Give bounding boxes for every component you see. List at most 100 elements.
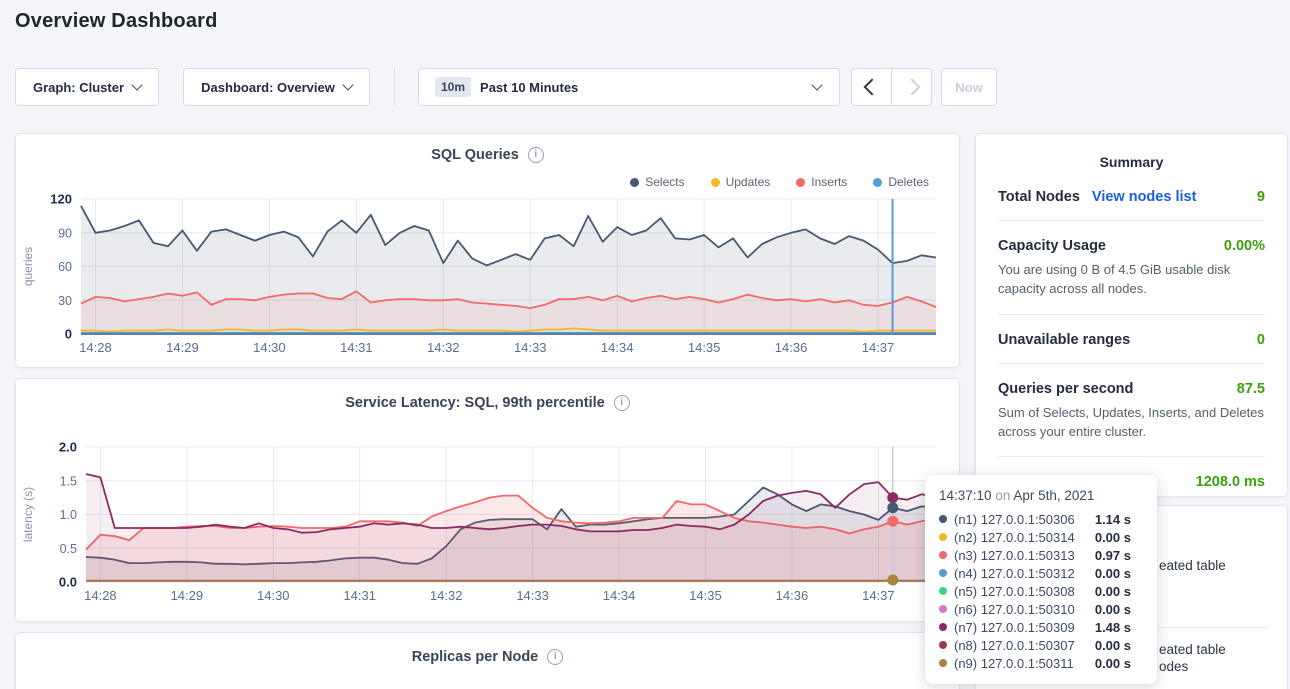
tooltip-node-label: (n7) 127.0.0.1:50309	[954, 620, 1075, 635]
graph-dropdown-label: Graph: Cluster	[33, 80, 124, 95]
service-latency-chart-card: Service Latency: SQL, 99th percentile 0.…	[15, 378, 960, 622]
svg-text:14:35: 14:35	[689, 588, 722, 603]
tooltip-node-value: 0.00 s	[1095, 530, 1143, 545]
tooltip-date: Apr 5th, 2021	[1013, 488, 1094, 503]
tooltip-row: (n5) 127.0.0.1:503080.00 s	[939, 582, 1143, 600]
summary-row: Capacity Usage0.00%You are using 0 B of …	[998, 221, 1265, 315]
summary-label: Total Nodes	[998, 189, 1080, 205]
svg-text:90: 90	[58, 226, 72, 240]
svg-text:14:28: 14:28	[79, 340, 112, 355]
svg-text:120: 120	[50, 192, 72, 207]
chevron-right-icon	[903, 79, 920, 96]
svg-text:1.5: 1.5	[60, 474, 77, 488]
now-button[interactable]: Now	[941, 68, 997, 106]
sql-queries-chart[interactable]: 030609012014:2814:2914:3014:3114:3214:33…	[16, 134, 961, 369]
summary-heading: Summary	[976, 154, 1287, 170]
svg-text:14:35: 14:35	[688, 340, 721, 355]
summary-description: You are using 0 B of 4.5 GiB usable disk…	[998, 261, 1265, 299]
tooltip-node-label: (n2) 127.0.0.1:50314	[954, 530, 1075, 545]
event-text-fragment: odes	[1159, 659, 1188, 674]
svg-text:14:37: 14:37	[862, 340, 895, 355]
svg-text:14:34: 14:34	[603, 588, 636, 603]
chart-hover-tooltip: 14:37:10 on Apr 5th, 2021 (n1) 127.0.0.1…	[925, 475, 1157, 684]
summary-value: 9	[1257, 189, 1265, 205]
chevron-down-icon	[342, 79, 353, 90]
svg-text:14:36: 14:36	[775, 340, 808, 355]
tooltip-time: 14:37:10	[939, 488, 992, 503]
tooltip-node-value: 0.00 s	[1095, 656, 1143, 671]
tooltip-node-value: 0.00 s	[1095, 584, 1143, 599]
toolbar-divider	[394, 68, 395, 106]
view-nodes-link[interactable]: View nodes list	[1092, 189, 1197, 205]
tooltip-rows: (n1) 127.0.0.1:503061.14 s(n2) 127.0.0.1…	[939, 510, 1143, 672]
svg-text:14:34: 14:34	[601, 340, 634, 355]
time-next-button[interactable]	[892, 69, 931, 105]
svg-text:queries: queries	[21, 247, 35, 286]
svg-text:14:33: 14:33	[514, 340, 547, 355]
time-range-dropdown[interactable]: 10m Past 10 Minutes	[418, 68, 840, 106]
svg-text:14:30: 14:30	[257, 588, 290, 603]
dashboard-dropdown[interactable]: Dashboard: Overview	[183, 68, 370, 106]
info-icon[interactable]	[547, 649, 563, 665]
tooltip-node-label: (n1) 127.0.0.1:50306	[954, 512, 1075, 527]
tooltip-node-label: (n8) 127.0.0.1:50307	[954, 638, 1075, 653]
tooltip-row: (n9) 127.0.0.1:503110.00 s	[939, 654, 1143, 672]
svg-text:0: 0	[65, 327, 72, 342]
series-dot-icon	[939, 515, 947, 523]
tooltip-node-label: (n3) 127.0.0.1:50313	[954, 548, 1075, 563]
svg-text:2.0: 2.0	[59, 440, 77, 455]
service-latency-chart[interactable]: 0.00.51.01.52.014:2814:2914:3014:3114:32…	[16, 379, 961, 623]
tooltip-node-value: 0.00 s	[1095, 638, 1143, 653]
svg-text:14:32: 14:32	[430, 588, 463, 603]
tooltip-node-label: (n4) 127.0.0.1:50312	[954, 566, 1075, 581]
chart-title-row: Replicas per Node	[16, 649, 959, 665]
tooltip-on: on	[995, 488, 1010, 503]
svg-text:14:29: 14:29	[171, 588, 204, 603]
series-dot-icon	[939, 533, 947, 541]
summary-row: Unavailable ranges 0	[998, 315, 1265, 364]
summary-panel: Summary Total Nodes View nodes list 9 Capac…	[975, 133, 1288, 497]
summary-value: 87.5	[1237, 381, 1265, 397]
svg-text:14:30: 14:30	[253, 340, 286, 355]
svg-text:30: 30	[58, 294, 72, 308]
tooltip-row: (n6) 127.0.0.1:503100.00 s	[939, 600, 1143, 618]
tooltip-node-value: 0.00 s	[1095, 566, 1143, 581]
event-text-fragment: eated table	[1159, 558, 1226, 573]
svg-text:14:31: 14:31	[340, 340, 373, 355]
event-text-fragment: eated table	[1159, 642, 1226, 657]
summary-label: Queries per second	[998, 381, 1133, 397]
tooltip-node-label: (n6) 127.0.0.1:50310	[954, 602, 1075, 617]
time-range-label: Past 10 Minutes	[480, 80, 578, 95]
time-prev-button[interactable]	[852, 69, 892, 105]
tooltip-row: (n2) 127.0.0.1:50314 0.00 s	[939, 528, 1143, 546]
summary-rows: Total Nodes View nodes list 9 Capacity Usag…	[976, 172, 1287, 505]
tooltip-node-value: 1.14 s	[1095, 512, 1143, 527]
time-range-badge: 10m	[435, 77, 471, 97]
summary-row: Total Nodes View nodes list 9	[998, 172, 1265, 221]
tooltip-row: (n7) 127.0.0.1:50309 1.48 s	[939, 618, 1143, 636]
summary-value: 0	[1257, 332, 1265, 348]
series-dot-icon	[939, 659, 947, 667]
svg-text:latency (s): latency (s)	[21, 487, 35, 542]
tooltip-row: (n3) 127.0.0.1:50313 0.97 s	[939, 546, 1143, 564]
svg-text:1.0: 1.0	[60, 508, 77, 522]
graph-dropdown[interactable]: Graph: Cluster	[15, 68, 159, 106]
series-dot-icon	[939, 587, 947, 595]
series-dot-icon	[939, 641, 947, 649]
chevron-down-icon	[811, 79, 822, 90]
svg-text:60: 60	[58, 260, 72, 274]
tooltip-row: (n1) 127.0.0.1:50306 1.14 s	[939, 510, 1143, 528]
tooltip-node-value: 0.97 s	[1095, 548, 1143, 563]
replicas-chart-card: Replicas per Node	[15, 632, 960, 689]
summary-label: Capacity Usage	[998, 238, 1106, 254]
page-title: Overview Dashboard	[15, 10, 218, 33]
summary-label: Unavailable ranges	[998, 332, 1130, 348]
sql-queries-chart-card: SQL Queries SelectsUpdatesInsertsDeletes…	[15, 133, 960, 368]
summary-row: Queries per second87.5Sum of Selects, Up…	[998, 364, 1265, 458]
svg-text:14:36: 14:36	[776, 588, 809, 603]
tooltip-row: (n8) 127.0.0.1:50307 0.00 s	[939, 636, 1143, 654]
series-dot-icon	[939, 605, 947, 613]
tooltip-node-value: 1.48 s	[1095, 620, 1143, 635]
chevron-down-icon	[131, 79, 142, 90]
dashboard-dropdown-label: Dashboard: Overview	[201, 80, 335, 95]
